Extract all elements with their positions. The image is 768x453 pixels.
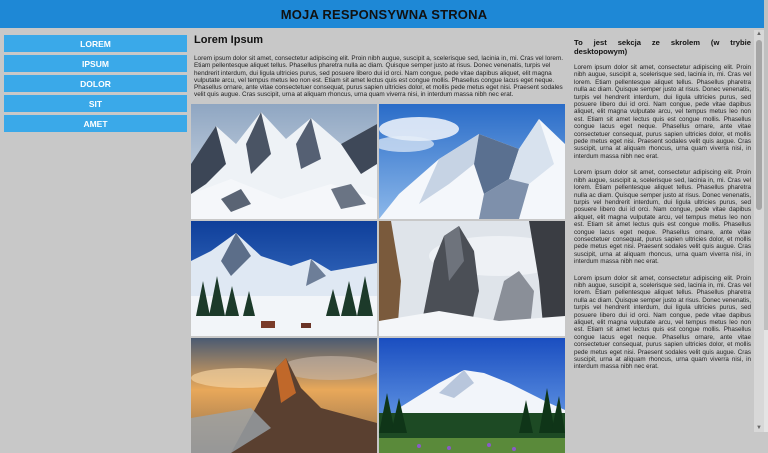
page-title: MOJA RESPONSYWNA STRONA: [280, 6, 488, 22]
scroll-thumb[interactable]: [756, 40, 762, 210]
nav-item-amet[interactable]: AMET: [4, 115, 187, 132]
scroll-section-paragraph: Lorem ipsum dolor sit amet, consectetur …: [574, 274, 751, 371]
nav-item-sit[interactable]: SIT: [4, 95, 187, 112]
scroll-up-arrow-icon[interactable]: ▲: [755, 30, 763, 38]
page-scrollbar[interactable]: [764, 0, 768, 432]
lake-mountain-image: [379, 338, 565, 453]
scroll-section-paragraph: Lorem ipsum dolor sit amet, consectetur …: [574, 64, 751, 160]
nav-item-lorem[interactable]: LOREM: [4, 35, 187, 52]
rocky-spire-image: [379, 221, 565, 336]
mountain-peaks-image: [191, 104, 377, 219]
snowy-ridge-image: [379, 104, 565, 219]
page-header: MOJA RESPONSYWNA STRONA: [0, 0, 768, 28]
main-heading: Lorem Ipsum: [194, 34, 264, 46]
nav-item-ipsum[interactable]: IPSUM: [4, 55, 187, 72]
scroll-down-arrow-icon[interactable]: ▼: [755, 424, 763, 432]
main-paragraph: Lorem ipsum dolor sit amet, consectetur …: [194, 55, 564, 99]
scroll-section-paragraph: Lorem ipsum dolor sit amet, consectetur …: [574, 169, 751, 266]
main-content: Lorem Ipsum Lorem ipsum dolor sit amet, …: [191, 34, 567, 105]
nav-menu: LOREM IPSUM DOLOR SIT AMET: [4, 35, 187, 135]
sunset-cliff-image: [191, 338, 377, 453]
nav-item-dolor[interactable]: DOLOR: [4, 75, 187, 92]
scroll-section-heading: To jest sekcja ze skrolem (w trybie desk…: [574, 38, 751, 56]
winter-forest-image: [191, 221, 377, 336]
page-scroll-thumb[interactable]: [764, 0, 768, 330]
section-scrollbar[interactable]: ▲ ▼: [754, 30, 764, 432]
scroll-section[interactable]: To jest sekcja ze skrolem (w trybie desk…: [574, 38, 751, 432]
